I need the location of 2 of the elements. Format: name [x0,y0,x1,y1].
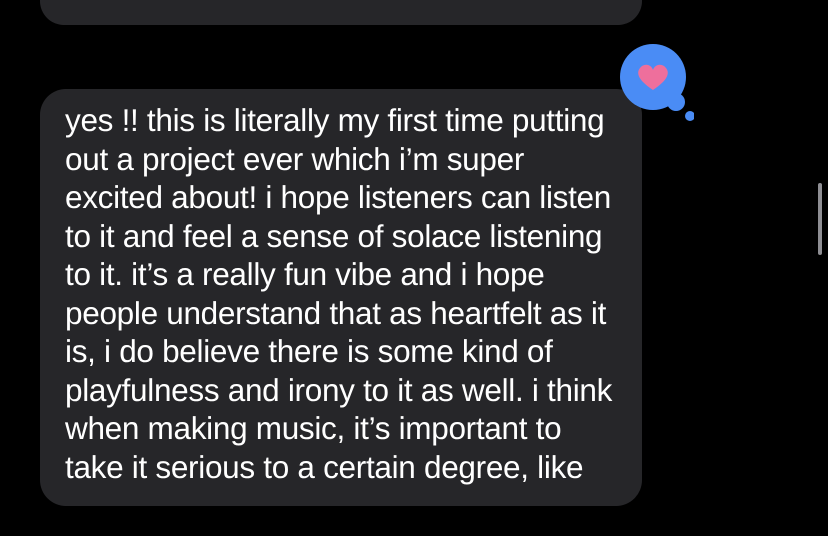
message-text: yes !! this is literally my first time putting out a project ever which i’m super excited about! i hope listeners can listen to it and feel a sense of solace listening to it. it’s a really fun vibe and i hope people understand that as heartfelt as it is, i do believe there is some kind of playfulness and irony to it as well. i think when making music, it’s important to take it serious to a certain degree, like [65,101,614,486]
scroll-bar [818,183,822,255]
